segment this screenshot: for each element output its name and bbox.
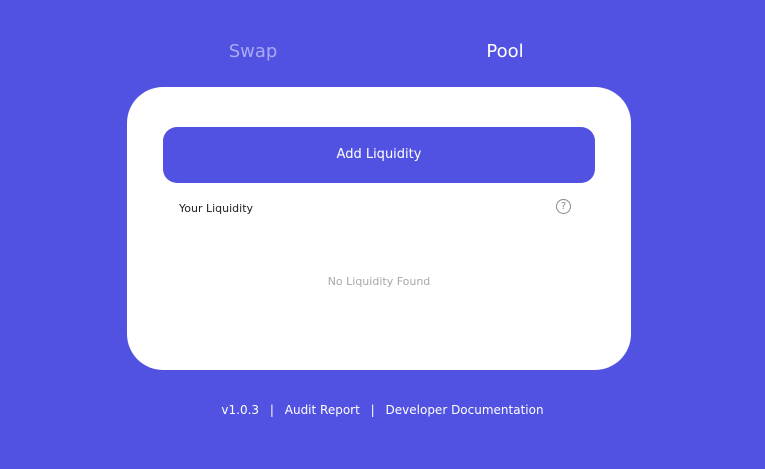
footer: v1.0.3 | Audit Report | Developer Docume… bbox=[0, 402, 765, 418]
nav-tabs: Swap Pool bbox=[0, 38, 765, 66]
add-liquidity-button[interactable]: Add Liquidity bbox=[163, 127, 595, 183]
tab-swap[interactable]: Swap bbox=[193, 38, 313, 66]
developer-documentation-link[interactable]: Developer Documentation bbox=[386, 403, 544, 417]
footer-separator: | bbox=[269, 403, 274, 417]
tab-pool[interactable]: Pool bbox=[445, 38, 565, 66]
audit-report-link[interactable]: Audit Report bbox=[285, 403, 360, 417]
your-liquidity-label: Your Liquidity bbox=[179, 202, 254, 215]
question-circle-icon[interactable]: ? bbox=[556, 199, 571, 214]
footer-separator: | bbox=[370, 403, 375, 417]
version-label: v1.0.3 bbox=[221, 403, 260, 417]
pool-card: Add Liquidity Your Liquidity ? No Liquid… bbox=[127, 87, 631, 370]
empty-state-text: No Liquidity Found bbox=[327, 275, 431, 288]
